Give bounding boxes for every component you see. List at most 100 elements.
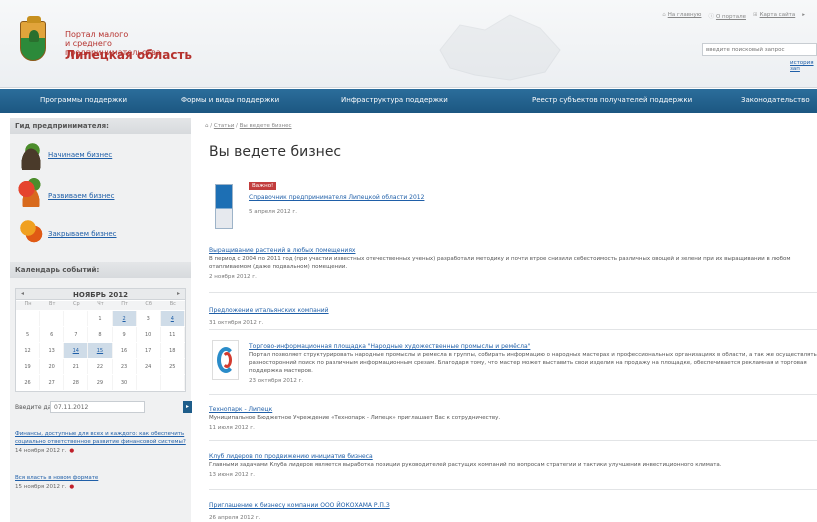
calendar-week-row: 26 27 28 29 30 [16,375,185,390]
guide-item-start[interactable]: Начинаем бизнес [10,136,191,176]
date-go-button[interactable]: ▸ [183,401,192,413]
calendar-day[interactable]: 29 [88,375,113,390]
sidebar: Гид предпринимателя: Начинаем бизнес Раз… [10,118,192,522]
weekday-label: Пт [121,301,128,307]
calendar-weekdays: Пн Вт Ср Чт Пт Сб Вс [16,301,185,310]
article-item: Клуб лидеров по продвижению инициатив би… [209,452,817,478]
article-link[interactable]: Клуб лидеров по продвижению инициатив би… [209,453,373,460]
calendar-day[interactable]: 25 [161,359,185,374]
weekday-label: Пн [24,301,32,307]
date-input[interactable] [50,401,145,413]
calendar-day[interactable]: 26 [16,375,41,390]
featured-date: 5 апреля 2012 г. [249,209,298,215]
calendar-day[interactable]: 11 [161,327,185,342]
main-nav: Программы поддержки Формы и виды поддерж… [0,89,817,113]
site-header: Портал малого и среднего предприниматель… [0,0,817,88]
article-date: 13 июня 2012 г. [209,472,255,478]
calendar-day[interactable]: 3 [137,311,161,326]
handbook-cover-thumbnail[interactable] [215,184,233,229]
calendar-month: НОЯБРЬ 2012 [73,291,128,299]
divider [209,329,817,330]
article-text: Портал позволяет структурировать народны… [249,352,817,374]
sitemap-icon: ⊞ [752,12,758,18]
calendar-day[interactable]: 18 [161,343,185,358]
search-input[interactable] [702,43,817,56]
nav-item-legislation[interactable]: Законодательство [741,96,810,104]
calendar-day[interactable]: 4 [160,311,185,326]
calendar-day[interactable]: 20 [40,359,65,374]
calendar-day[interactable]: 15 [88,343,113,358]
calendar-day[interactable]: 6 [40,327,65,342]
home-icon[interactable]: ⌂ [205,123,209,129]
calendar-day[interactable]: 10 [137,327,161,342]
sprout-icon [16,140,46,170]
calendar-day[interactable]: 22 [88,359,113,374]
calendar-day[interactable]: 14 [64,343,89,358]
guide-link-close[interactable]: Закрываем бизнес [48,230,117,238]
calendar-day[interactable]: 30 [113,375,137,390]
article-link[interactable]: Приглашение к бизнесу компании ООО ЙОКОХ… [209,502,390,509]
guide-item-grow[interactable]: Развиваем бизнес [10,175,191,215]
top-link-home[interactable]: На главную [668,12,702,18]
top-link-about[interactable]: О портале [716,14,746,20]
article-text: Главными задачами Клуба лидеров является… [209,462,722,468]
event-link[interactable]: Вся власть в новом формате [15,474,186,482]
event-link[interactable]: Финансы, доступные для всех и каждого: к… [15,430,186,446]
nav-item-recipients-registry[interactable]: Реестр субъектов получателей поддержки [532,96,692,104]
calendar-day[interactable]: 24 [137,359,161,374]
home-icon: ⌂ [662,12,666,18]
main-content: ⌂ / Статьи / Вы ведете бизнес Вы ведете … [205,118,817,522]
search-history-link[interactable]: история зап [790,60,817,72]
calendar-day [64,311,89,326]
article-link[interactable]: Выращивание растений в любых помещениях [209,247,355,254]
calendar-day[interactable]: 21 [64,359,89,374]
crafts-portal-logo[interactable] [212,340,239,380]
event-marker-icon: ● [69,484,75,490]
event-marker-icon: ● [69,448,75,454]
calendar-next-icon[interactable]: ▸ [177,290,180,297]
region-coat-of-arms-logo[interactable] [20,16,46,61]
article-link[interactable]: Торгово-информационная площадка "Народны… [249,343,530,350]
article-link[interactable]: Предложение итальянских компаний [209,307,329,314]
guide-link-start[interactable]: Начинаем бизнес [48,151,112,159]
weekday-label: Сб [145,301,152,307]
top-link-sitemap[interactable]: Карта сайта [760,12,796,18]
arrow-right-icon[interactable]: ▸ [802,12,805,20]
calendar-day [40,311,65,326]
featured-link[interactable]: Справочник предпринимателя Липецкой обла… [249,194,424,201]
calendar-day[interactable]: 9 [113,327,137,342]
calendar-day[interactable]: 28 [64,375,89,390]
guide-link-grow[interactable]: Развиваем бизнес [48,192,114,200]
calendar-day[interactable]: 17 [137,343,161,358]
calendar-month-header: ◂ НОЯБРЬ 2012 ▸ [16,289,185,300]
calendar-day[interactable]: 7 [64,327,89,342]
calendar-day[interactable]: 19 [16,359,41,374]
calendar-day[interactable]: 23 [113,359,137,374]
article-link[interactable]: Технопарк - Липецк [209,406,272,413]
flower-pot-icon [16,177,46,207]
nav-item-support-infrastructure[interactable]: Инфраструктура поддержки [341,96,448,104]
calendar-day[interactable]: 27 [40,375,65,390]
featured-item: Справочник предпринимателя Липецкой обла… [249,193,809,215]
calendar-day[interactable]: 2 [112,311,137,326]
calendar-day[interactable]: 13 [40,343,65,358]
calendar-day[interactable]: 16 [113,343,137,358]
divider [209,489,817,490]
article-item: Приглашение к бизнесу компании ООО ЙОКОХ… [209,501,817,521]
event-item: Финансы, доступные для всех и каждого: к… [15,430,186,454]
guide-item-close[interactable]: Закрываем бизнес [10,216,191,256]
nav-item-support-programs[interactable]: Программы поддержки [40,96,127,104]
breadcrumb-current[interactable]: Вы ведете бизнес [240,123,292,129]
article-date: 11 июля 2012 г. [209,425,255,431]
nav-item-support-forms[interactable]: Формы и виды поддержки [181,96,279,104]
calendar-day[interactable]: 5 [16,327,41,342]
brand-title[interactable]: Липецкая область [65,48,192,62]
weekday-label: Вт [49,301,56,307]
breadcrumb-articles[interactable]: Статьи [214,123,234,129]
calendar-prev-icon[interactable]: ◂ [21,290,24,297]
article-date: 23 октября 2012 г. [249,378,304,384]
calendar-day[interactable]: 1 [88,311,113,326]
calendar-week-row: 5 6 7 8 9 10 11 [16,327,185,342]
calendar-day[interactable]: 8 [88,327,113,342]
calendar-day[interactable]: 12 [16,343,41,358]
